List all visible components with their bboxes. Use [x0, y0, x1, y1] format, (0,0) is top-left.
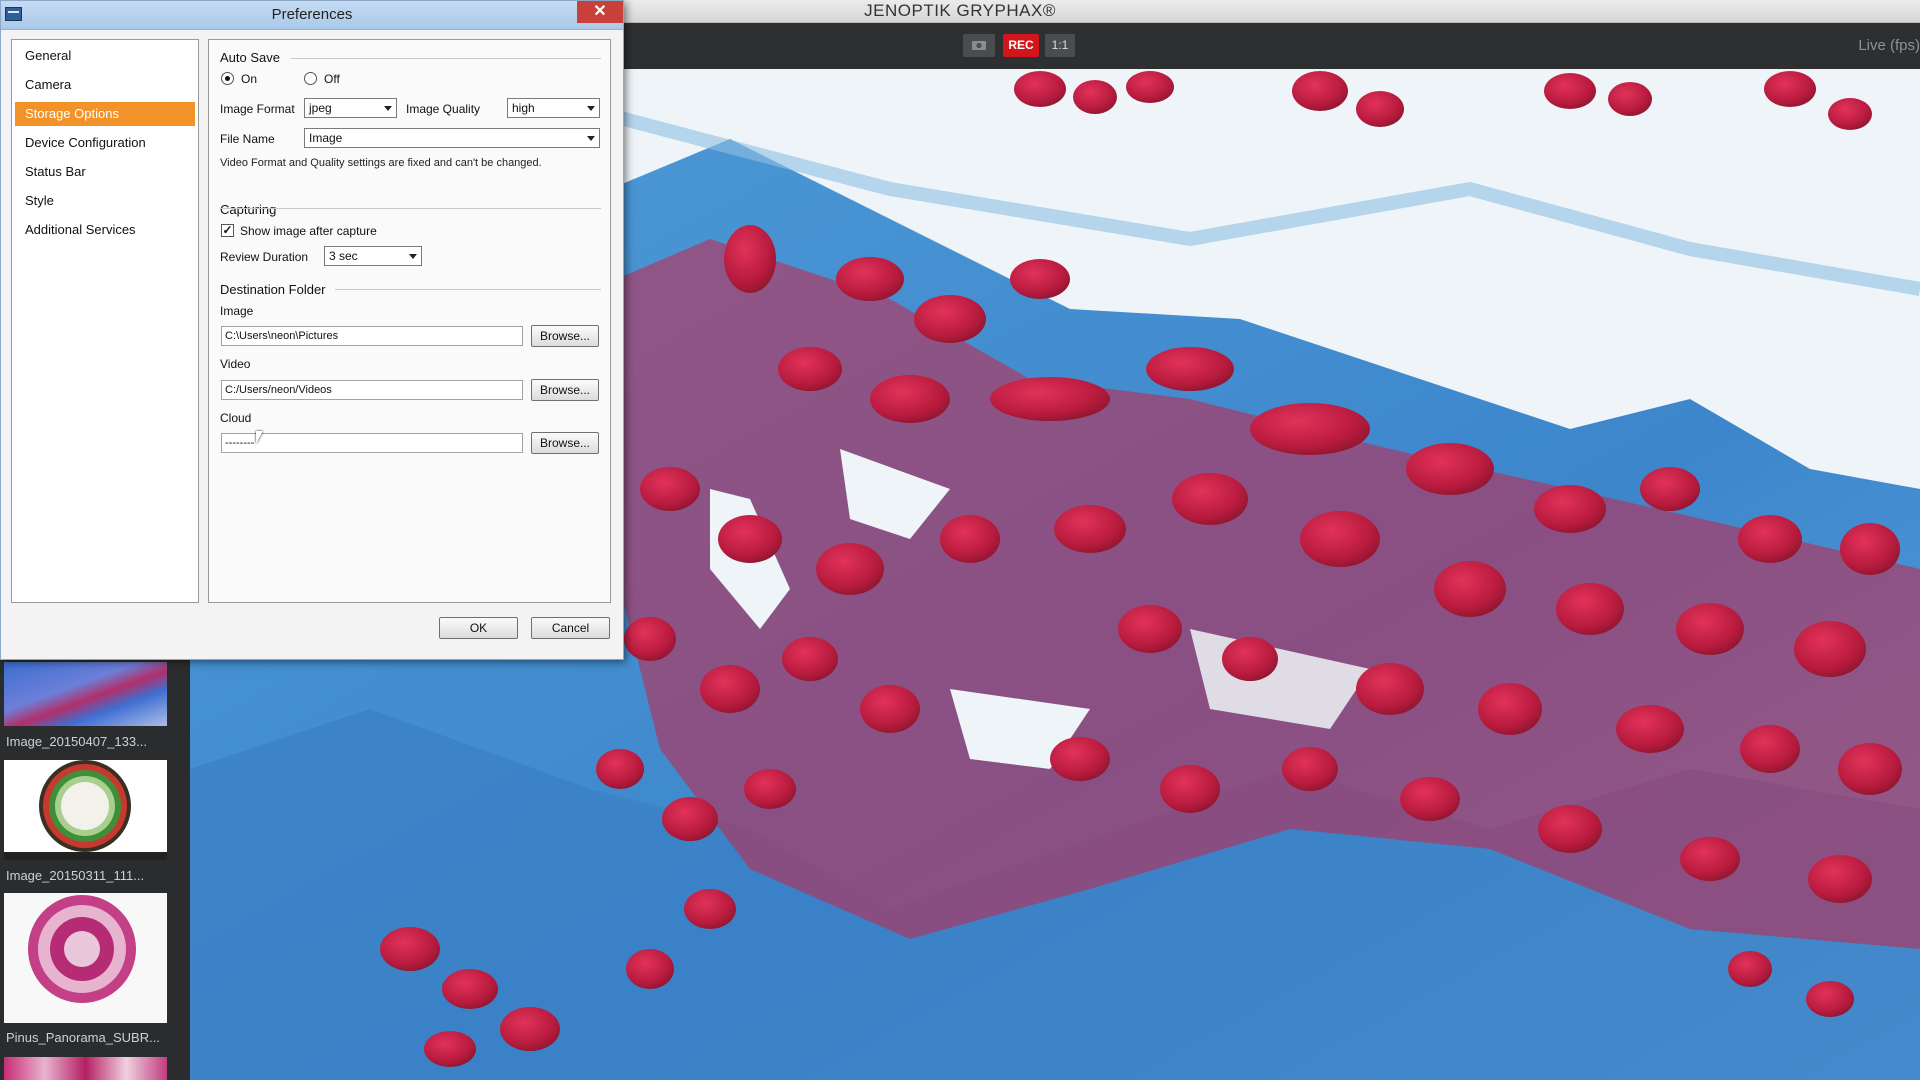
- thumbnail-caption: Pinus_Panorama_SUBR...: [6, 1030, 160, 1045]
- nav-item-storage-options[interactable]: Storage Options: [15, 102, 195, 126]
- nav-item-device-configuration[interactable]: Device Configuration: [15, 131, 195, 155]
- cloud-folder-label: Cloud: [220, 411, 252, 425]
- video-settings-note: Video Format and Quality settings are fi…: [220, 157, 542, 169]
- nav-item-additional-services[interactable]: Additional Services: [15, 218, 195, 242]
- thumbnail-caption: Image_20150311_111...: [6, 868, 145, 883]
- section-divider: [335, 289, 601, 290]
- preferences-nav: General Camera Storage Options Device Co…: [11, 39, 199, 603]
- file-name-label: File Name: [220, 132, 275, 146]
- close-icon: ✕: [593, 3, 607, 20]
- thumbnail-caption: Image_20150407_133...: [6, 734, 147, 749]
- image-format-label: Image Format: [220, 102, 295, 116]
- mouse-cursor-icon: [256, 431, 263, 444]
- auto-save-on-label: On: [241, 72, 258, 86]
- chevron-down-icon: [384, 106, 392, 111]
- storage-options-panel: Auto Save On Off Image Format jpeg Image…: [208, 39, 611, 603]
- section-divider: [291, 58, 601, 59]
- show-image-label: Show image after capture: [240, 224, 377, 238]
- image-quality-label: Image Quality: [406, 102, 481, 116]
- chevron-down-icon: [587, 136, 595, 141]
- image-format-value: jpeg: [309, 101, 332, 115]
- review-duration-label: Review Duration: [220, 250, 309, 264]
- destination-folder-title: Destination Folder: [220, 282, 326, 297]
- video-folder-input[interactable]: C:/Users/neon/Videos: [221, 380, 523, 400]
- section-divider: [220, 208, 601, 209]
- record-button[interactable]: REC: [1003, 34, 1039, 57]
- show-image-checkbox[interactable]: ✓: [221, 224, 234, 237]
- nav-item-general[interactable]: General: [15, 44, 195, 68]
- browse-image-button[interactable]: Browse...: [531, 325, 599, 347]
- camera-icon: [972, 41, 986, 50]
- gallery-thumbnail[interactable]: [4, 662, 167, 726]
- file-name-select[interactable]: Image: [304, 128, 600, 148]
- image-quality-select[interactable]: high: [507, 98, 600, 118]
- nav-item-status-bar[interactable]: Status Bar: [15, 160, 195, 184]
- ok-button[interactable]: OK: [439, 617, 518, 639]
- dialog-titlebar[interactable]: Preferences ✕: [1, 1, 623, 30]
- nav-item-camera[interactable]: Camera: [15, 73, 195, 97]
- auto-save-off-label: Off: [324, 72, 340, 86]
- browse-video-button[interactable]: Browse...: [531, 379, 599, 401]
- chevron-down-icon: [409, 254, 417, 259]
- image-format-select[interactable]: jpeg: [304, 98, 397, 118]
- live-fps-label: Live (fps): [1858, 37, 1920, 54]
- image-folder-input[interactable]: C:\Users\neon\Pictures: [221, 326, 523, 346]
- browse-cloud-button[interactable]: Browse...: [531, 432, 599, 454]
- file-name-value: Image: [309, 131, 343, 145]
- dialog-title: Preferences: [271, 6, 353, 23]
- gallery-thumbnail[interactable]: [4, 1057, 167, 1080]
- image-quality-value: high: [512, 101, 535, 115]
- gallery-thumbnail[interactable]: [4, 760, 167, 860]
- auto-save-on-radio[interactable]: [221, 72, 234, 85]
- review-duration-select[interactable]: 3 sec: [324, 246, 422, 266]
- image-folder-label: Image: [220, 304, 254, 318]
- chevron-down-icon: [587, 106, 595, 111]
- gallery-thumbnail[interactable]: [4, 893, 167, 1023]
- preferences-dialog: Preferences ✕ General Camera Storage Opt…: [0, 0, 624, 660]
- ratio-button[interactable]: 1:1: [1045, 34, 1075, 57]
- capturing-title: Capturing: [220, 202, 277, 217]
- cancel-button[interactable]: Cancel: [531, 617, 610, 639]
- review-duration-value: 3 sec: [329, 249, 358, 263]
- auto-save-title: Auto Save: [220, 50, 280, 65]
- nav-item-style[interactable]: Style: [15, 189, 195, 213]
- snapshot-button[interactable]: [963, 34, 995, 57]
- video-folder-label: Video: [220, 357, 251, 371]
- cloud-folder-input[interactable]: --------: [221, 433, 523, 453]
- close-button[interactable]: ✕: [577, 1, 623, 23]
- auto-save-off-radio[interactable]: [304, 72, 317, 85]
